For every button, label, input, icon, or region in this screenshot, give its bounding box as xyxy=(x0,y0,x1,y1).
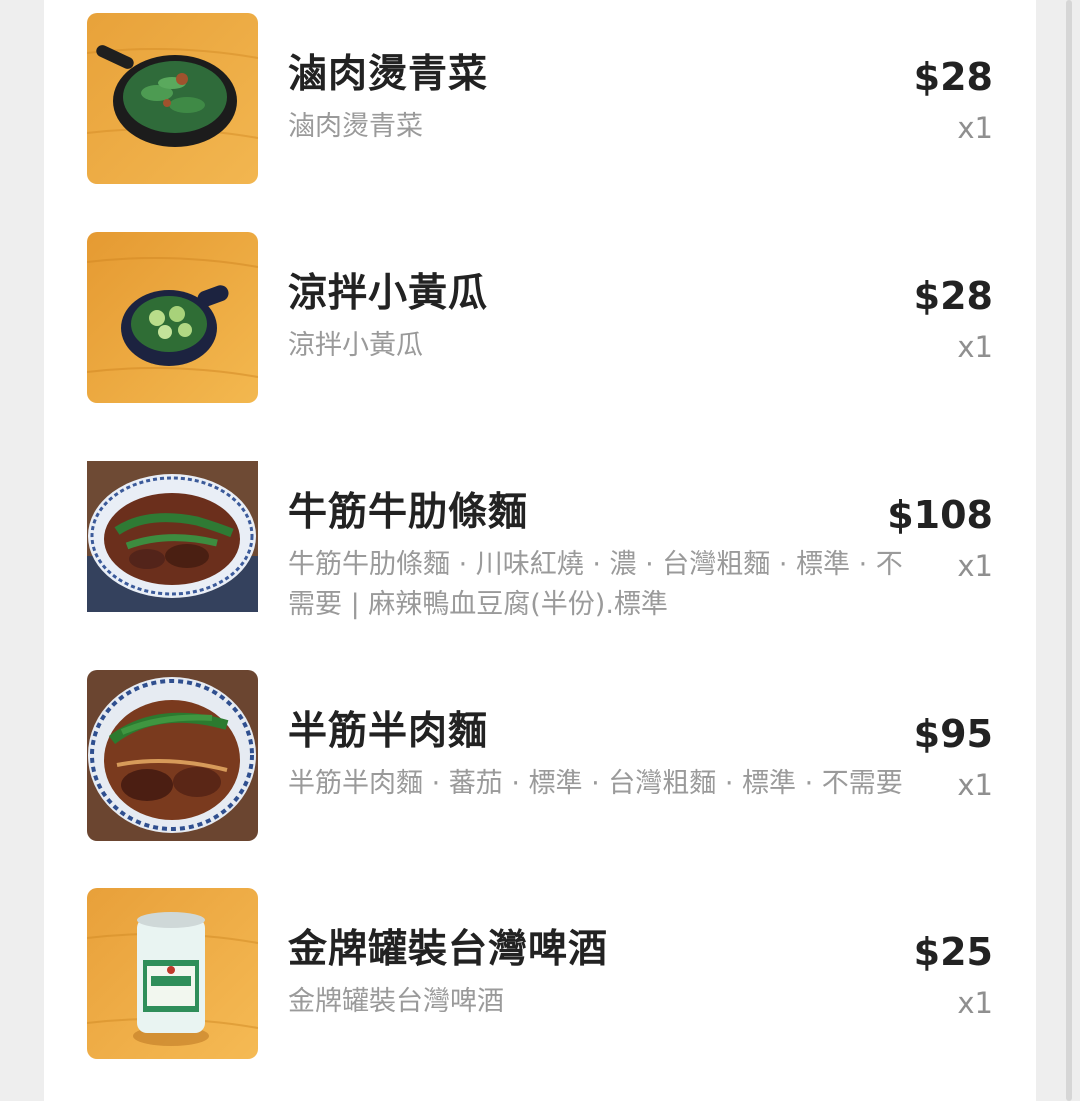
item-name: 半筋半肉麵 xyxy=(288,709,489,754)
item-quantity: x1 xyxy=(957,549,993,583)
order-item[interactable]: 金牌罐裝台灣啤酒 金牌罐裝台灣啤酒 $25 x1 xyxy=(87,888,993,1060)
item-quantity: x1 xyxy=(957,111,993,145)
item-price: $28 xyxy=(913,55,993,99)
item-price: $95 xyxy=(913,712,993,756)
order-item[interactable]: 半筋半肉麵 半筋半肉麵 · 蕃茄 · 標準 · 台灣粗麵 · 標準 · 不需要 … xyxy=(87,670,993,842)
item-price: $28 xyxy=(913,274,993,318)
scrollbar[interactable] xyxy=(1066,0,1072,1101)
beer-can-photo xyxy=(87,888,258,1059)
item-description: 滷肉燙青菜 xyxy=(288,111,423,142)
order-item[interactable]: 牛筋牛肋條麵 牛筋牛肋條麵 · 川味紅燒 · 濃 · 台灣粗麵 · 標準 · 不… xyxy=(87,451,993,623)
item-description: 半筋半肉麵 · 蕃茄 · 標準 · 台灣粗麵 · 標準 · 不需要 xyxy=(288,768,903,799)
item-description: 金牌罐裝台灣啤酒 xyxy=(288,986,504,1017)
item-description: 牛筋牛肋條麵 · 川味紅燒 · 濃 · 台灣粗麵 · 標準 · 不需要 | 麻辣… xyxy=(288,549,903,620)
order-item[interactable]: 涼拌小黃瓜 涼拌小黃瓜 $28 x1 xyxy=(87,232,993,404)
item-price: $25 xyxy=(913,930,993,974)
item-price: $108 xyxy=(887,493,993,537)
item-quantity: x1 xyxy=(957,330,993,364)
cucumber-dish-photo xyxy=(87,232,258,403)
beef-noodle-photo xyxy=(87,461,258,612)
item-name: 涼拌小黃瓜 xyxy=(288,271,489,316)
item-name: 滷肉燙青菜 xyxy=(288,52,489,97)
order-items-card: 滷肉燙青菜 滷肉燙青菜 $28 x1 涼拌小黃瓜 涼拌小黃瓜 $28 x1 牛筋… xyxy=(44,0,1036,1101)
item-quantity: x1 xyxy=(957,768,993,802)
item-name: 金牌罐裝台灣啤酒 xyxy=(288,927,609,972)
beef-noodle-bowl-photo xyxy=(87,670,258,841)
greens-dish-photo xyxy=(87,13,258,184)
item-name: 牛筋牛肋條麵 xyxy=(288,490,529,535)
item-quantity: x1 xyxy=(957,986,993,1020)
item-description: 涼拌小黃瓜 xyxy=(288,330,423,361)
order-item[interactable]: 滷肉燙青菜 滷肉燙青菜 $28 x1 xyxy=(87,13,993,185)
